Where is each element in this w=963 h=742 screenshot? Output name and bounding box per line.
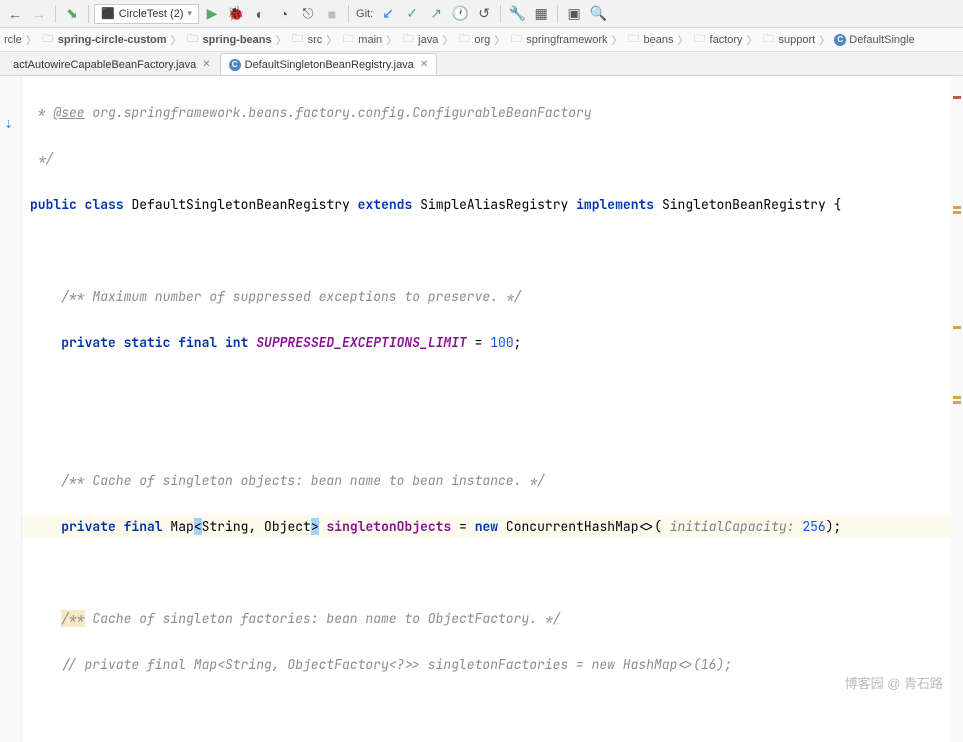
- class-icon: C: [834, 34, 846, 46]
- bc-item[interactable]: 🗀main: [341, 34, 382, 46]
- folder-icon: 🗀: [341, 34, 355, 46]
- git-history-icon[interactable]: 🕐: [449, 3, 471, 25]
- error-stripe[interactable]: [951, 76, 963, 742]
- close-icon[interactable]: ✕: [202, 59, 210, 70]
- editor[interactable]: ⇣ * @see org.springframework.beans.facto…: [0, 76, 963, 742]
- stripe-mark[interactable]: [953, 211, 961, 214]
- chevron-down-icon: ▾: [188, 8, 193, 19]
- wrench-icon[interactable]: 🔧: [506, 3, 528, 25]
- run-config-label: CircleTest (2): [119, 8, 184, 20]
- stripe-mark[interactable]: [953, 401, 961, 404]
- stripe-mark[interactable]: [953, 206, 961, 209]
- search-icon[interactable]: 🔍: [587, 3, 609, 25]
- code-area[interactable]: * @see org.springframework.beans.factory…: [22, 76, 963, 742]
- bc-item[interactable]: 🗀java: [401, 34, 438, 46]
- folder-icon: 🗀: [457, 34, 471, 46]
- editor-tab[interactable]: actAutowireCapableBeanFactory.java ✕: [4, 53, 220, 75]
- stripe-mark[interactable]: [953, 96, 961, 99]
- forward-icon[interactable]: →: [28, 3, 50, 25]
- bc-item[interactable]: 🗀beans: [627, 34, 674, 46]
- profile-icon[interactable]: ◔: [273, 3, 295, 25]
- git-push-icon[interactable]: ↗: [425, 3, 447, 25]
- bc-item[interactable]: 🗀springframework: [509, 34, 607, 46]
- folder-icon: 🗀: [509, 34, 523, 46]
- git-commit-icon[interactable]: ✓: [401, 3, 423, 25]
- back-icon[interactable]: ←: [4, 3, 26, 25]
- bc-item[interactable]: 🗀spring-circle-custom: [41, 34, 167, 46]
- attach-icon[interactable]: ⎋: [297, 3, 319, 25]
- folder-icon: 🗀: [186, 34, 200, 46]
- folder-icon: 🗀: [762, 34, 776, 46]
- folder-icon: 🗀: [401, 34, 415, 46]
- config-icon: ⬛: [101, 7, 115, 20]
- bc-item[interactable]: rcle: [4, 34, 22, 46]
- tab-label: actAutowireCapableBeanFactory.java: [13, 59, 196, 71]
- stop-icon[interactable]: ■: [321, 3, 343, 25]
- bc-item[interactable]: 🗀org: [457, 34, 490, 46]
- tab-label: DefaultSingletonBeanRegistry.java: [245, 59, 414, 71]
- bc-item[interactable]: 🗀spring-beans: [186, 34, 272, 46]
- stripe-mark[interactable]: [953, 396, 961, 399]
- run-config-selector[interactable]: ⬛ CircleTest (2) ▾: [94, 4, 199, 24]
- coverage-icon[interactable]: ◐: [249, 3, 271, 25]
- run-icon[interactable]: ▶: [201, 3, 223, 25]
- folder-icon: 🗀: [627, 34, 641, 46]
- structure-icon[interactable]: ▦: [530, 3, 552, 25]
- impl-down-icon[interactable]: ⇣: [4, 118, 13, 131]
- folder-icon: 🗀: [291, 34, 305, 46]
- editor-tabs: actAutowireCapableBeanFactory.java ✕ C D…: [0, 52, 963, 76]
- gutter: ⇣: [0, 76, 22, 742]
- git-rollback-icon[interactable]: ↺: [473, 3, 495, 25]
- close-icon[interactable]: ✕: [420, 59, 428, 70]
- bc-item[interactable]: CDefaultSingle: [834, 34, 914, 46]
- folder-icon: 🗀: [41, 34, 55, 46]
- git-update-icon[interactable]: ↙: [377, 3, 399, 25]
- stripe-mark[interactable]: [953, 326, 961, 329]
- main-toolbar: ← → ⬊ ⬛ CircleTest (2) ▾ ▶ 🐞 ◐ ◔ ⎋ ■ Git…: [0, 0, 963, 28]
- breadcrumb: rcle〉 🗀spring-circle-custom〉 🗀spring-bea…: [0, 28, 963, 52]
- class-icon: C: [229, 59, 241, 71]
- folder-icon: 🗀: [693, 34, 707, 46]
- bc-item[interactable]: 🗀factory: [693, 34, 743, 46]
- box-icon[interactable]: ▣: [563, 3, 585, 25]
- editor-tab[interactable]: C DefaultSingletonBeanRegistry.java ✕: [220, 53, 438, 75]
- debug-icon[interactable]: 🐞: [225, 3, 247, 25]
- git-label: Git:: [356, 8, 373, 20]
- build-icon[interactable]: ⬊: [61, 3, 83, 25]
- bc-item[interactable]: 🗀src: [291, 34, 323, 46]
- bc-item[interactable]: 🗀support: [762, 34, 816, 46]
